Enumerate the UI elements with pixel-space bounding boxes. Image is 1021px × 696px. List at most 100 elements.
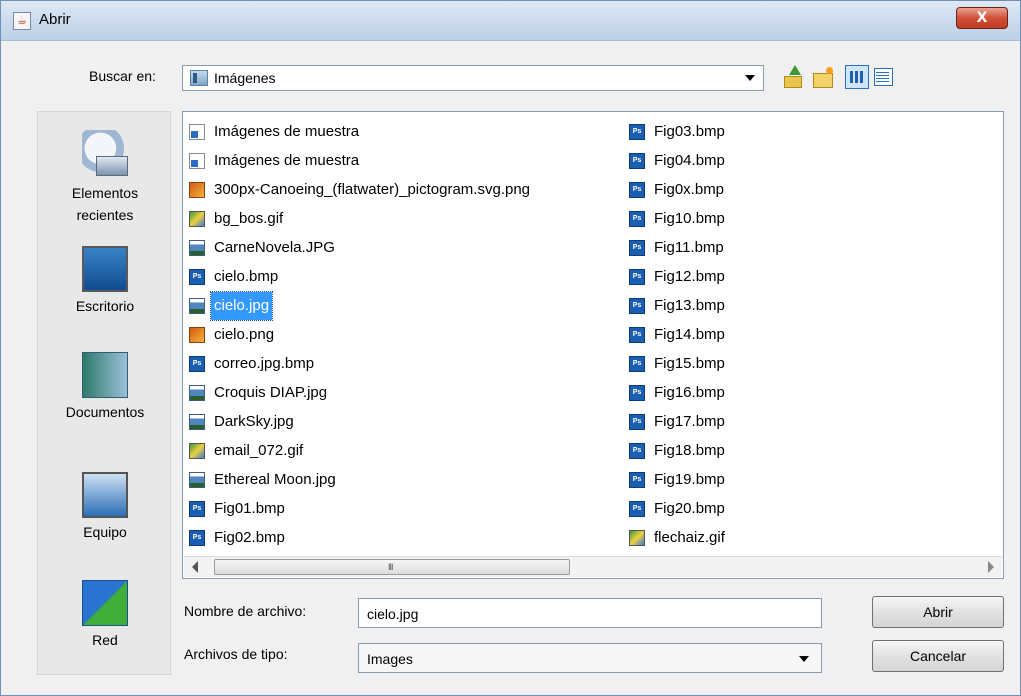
file-name: Fig19.bmp xyxy=(654,471,725,488)
bmp-file-icon: Ps xyxy=(629,501,645,517)
chevron-down-icon[interactable] xyxy=(745,75,755,81)
bmp-file-icon: Ps xyxy=(629,269,645,285)
bmp-file-icon: Ps xyxy=(629,124,645,140)
file-name: Fig12.bmp xyxy=(654,268,725,285)
bmp-file-icon: Ps xyxy=(629,472,645,488)
scroll-left-arrow-icon[interactable] xyxy=(192,561,198,573)
bmp-file-icon: Ps xyxy=(189,530,205,546)
gif-file-icon xyxy=(629,530,645,546)
jpg-file-icon xyxy=(189,472,205,488)
file-name: Fig11.bmp xyxy=(654,239,724,256)
look-in-combo[interactable]: Imágenes xyxy=(182,65,764,91)
jpg-file-icon xyxy=(189,414,205,430)
list-view-icon[interactable] xyxy=(845,65,869,89)
network-icon xyxy=(82,580,128,626)
java-app-icon: ☕ xyxy=(13,12,31,30)
file-name: cielo.png xyxy=(214,326,275,343)
bmp-file-icon: Ps xyxy=(629,443,645,459)
file-name: cielo.bmp xyxy=(214,268,279,285)
place-label: Red xyxy=(92,632,118,648)
file-name: Fig14.bmp xyxy=(654,326,725,343)
create-new-folder-icon[interactable] xyxy=(811,65,835,89)
file-name: bg_bos.gif xyxy=(214,210,284,227)
place-desktop[interactable]: Escritorio xyxy=(38,246,172,314)
file-name: Fig13.bmp xyxy=(654,297,725,314)
file-name: Croquis DIAP.jpg xyxy=(214,384,328,401)
documents-icon xyxy=(82,352,128,398)
file-name-label: Nombre de archivo: xyxy=(184,603,307,619)
place-computer[interactable]: Equipo xyxy=(38,472,172,540)
open-dialog: ☕ Abrir X Buscar en: Imágenes Elementos … xyxy=(0,0,1021,696)
bmp-file-icon: Ps xyxy=(189,356,205,372)
place-label: Elementos recientes xyxy=(71,185,139,223)
file-name: flechaiz.gif xyxy=(654,529,725,546)
png-file-icon xyxy=(189,327,205,343)
gif-file-icon xyxy=(189,211,205,227)
look-in-value: Imágenes xyxy=(214,70,276,86)
open-button[interactable]: Abrir xyxy=(872,596,1004,628)
horizontal-scrollbar[interactable]: III xyxy=(184,556,1002,577)
chevron-down-icon[interactable] xyxy=(799,656,809,662)
place-recent-items[interactable]: Elementos recientes xyxy=(38,130,172,226)
scroll-grip-icon: III xyxy=(388,562,393,572)
file-name: Fig20.bmp xyxy=(654,500,725,517)
bmp-file-icon: Ps xyxy=(629,240,645,256)
place-label: Equipo xyxy=(83,524,127,540)
bmp-file-icon: Ps xyxy=(629,414,645,430)
bmp-file-icon: Ps xyxy=(629,385,645,401)
file-name: Fig02.bmp xyxy=(214,529,285,546)
bmp-file-icon: Ps xyxy=(629,153,645,169)
title-bar[interactable]: ☕ Abrir X xyxy=(1,1,1020,41)
file-name: Fig0x.bmp xyxy=(654,181,725,198)
png-file-icon xyxy=(189,182,205,198)
file-type-value: Images xyxy=(367,651,413,667)
place-documents[interactable]: Documentos xyxy=(38,352,172,420)
file-name: email_072.gif xyxy=(214,442,304,459)
bmp-file-icon: Ps xyxy=(629,211,645,227)
cancel-button[interactable]: Cancelar xyxy=(872,640,1004,672)
scroll-right-arrow-icon[interactable] xyxy=(988,561,994,573)
up-one-level-icon[interactable] xyxy=(781,65,805,89)
scrollbar-thumb[interactable]: III xyxy=(214,559,570,575)
look-in-label: Buscar en: xyxy=(89,68,156,84)
file-name: DarkSky.jpg xyxy=(214,413,294,430)
file-name: Fig01.bmp xyxy=(214,500,285,517)
jpg-file-icon xyxy=(189,298,205,314)
bmp-file-icon: Ps xyxy=(189,501,205,517)
file-type-combo[interactable]: Images xyxy=(358,643,822,673)
computer-icon xyxy=(82,472,128,518)
file-name: Fig15.bmp xyxy=(654,355,725,372)
file-name: cielo.jpg xyxy=(209,291,274,321)
place-label: Documentos xyxy=(65,404,145,420)
bmp-file-icon: Ps xyxy=(629,327,645,343)
desktop-icon xyxy=(82,246,128,292)
gif-file-icon xyxy=(189,443,205,459)
file-name: Fig04.bmp xyxy=(654,152,725,169)
file-name: correo.jpg.bmp xyxy=(214,355,315,372)
file-list[interactable]: Imágenes de muestra Imágenes de muestra … xyxy=(182,111,1004,579)
place-label: Escritorio xyxy=(75,298,135,314)
file-name: CarneNovela.JPG xyxy=(214,239,335,256)
file-type-label: Archivos de tipo: xyxy=(184,646,288,662)
file-name: Ethereal Moon.jpg xyxy=(214,471,336,488)
jpg-file-icon xyxy=(189,385,205,401)
shortcut-folder-icon xyxy=(189,124,205,140)
file-name: Fig17.bmp xyxy=(654,413,725,430)
file-name: Fig03.bmp xyxy=(654,123,725,140)
jpg-file-icon xyxy=(189,240,205,256)
place-network[interactable]: Red xyxy=(38,580,172,648)
file-name-input[interactable]: cielo.jpg xyxy=(358,598,822,628)
file-name: Fig18.bmp xyxy=(654,442,725,459)
file-name: Fig10.bmp xyxy=(654,210,725,227)
file-name: Fig16.bmp xyxy=(654,384,725,401)
close-button[interactable]: X xyxy=(956,7,1008,29)
file-name: 300px-Canoeing_(flatwater)_pictogram.svg… xyxy=(214,181,531,198)
pictures-folder-icon xyxy=(190,70,208,86)
file-name: Imágenes de muestra xyxy=(214,123,360,140)
details-view-icon[interactable] xyxy=(871,65,895,89)
bmp-file-icon: Ps xyxy=(629,182,645,198)
shortcut-folder-icon xyxy=(189,153,205,169)
bmp-file-icon: Ps xyxy=(629,298,645,314)
bmp-file-icon: Ps xyxy=(189,269,205,285)
bmp-file-icon: Ps xyxy=(629,356,645,372)
